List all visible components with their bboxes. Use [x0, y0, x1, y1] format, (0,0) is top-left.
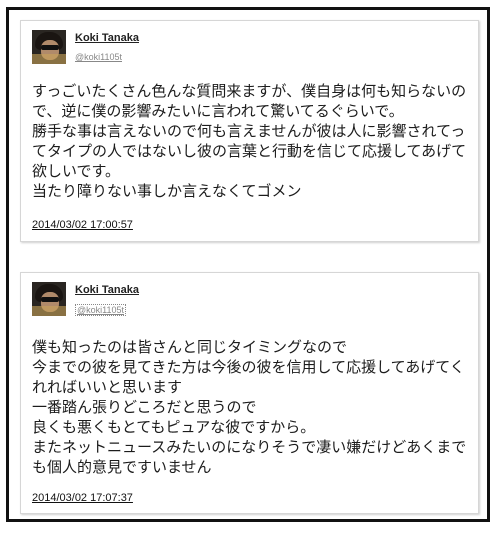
author-name[interactable]: Koki Tanaka — [75, 284, 139, 296]
avatar[interactable] — [32, 282, 66, 316]
tweet-timestamp[interactable]: 2014/03/02 17:07:37 — [32, 492, 133, 504]
author-name[interactable]: Koki Tanaka — [75, 32, 139, 44]
tweet-card: Koki Tanaka @koki1105t すっごいたくさん色んな質問来ますが… — [20, 20, 479, 242]
screenshot-frame: Koki Tanaka @koki1105t すっごいたくさん色んな質問来ますが… — [6, 7, 490, 522]
tweet-text: すっごいたくさん色んな質問来ますが、僕自身は何も知らないので、逆に僕の影響みたい… — [32, 82, 467, 200]
avatar[interactable] — [32, 30, 66, 64]
author-handle[interactable]: @koki1105t — [75, 52, 122, 62]
author-handle[interactable]: @koki1105t — [75, 304, 126, 316]
tweet-card: Koki Tanaka @koki1105t 僕も知ったのは皆さんと同じタイミン… — [20, 272, 479, 514]
tweet-timestamp[interactable]: 2014/03/02 17:00:57 — [32, 219, 133, 231]
tweet-text: 僕も知ったのは皆さんと同じタイミングなので 今までの彼を見てきた方は今後の彼を信… — [32, 338, 467, 476]
